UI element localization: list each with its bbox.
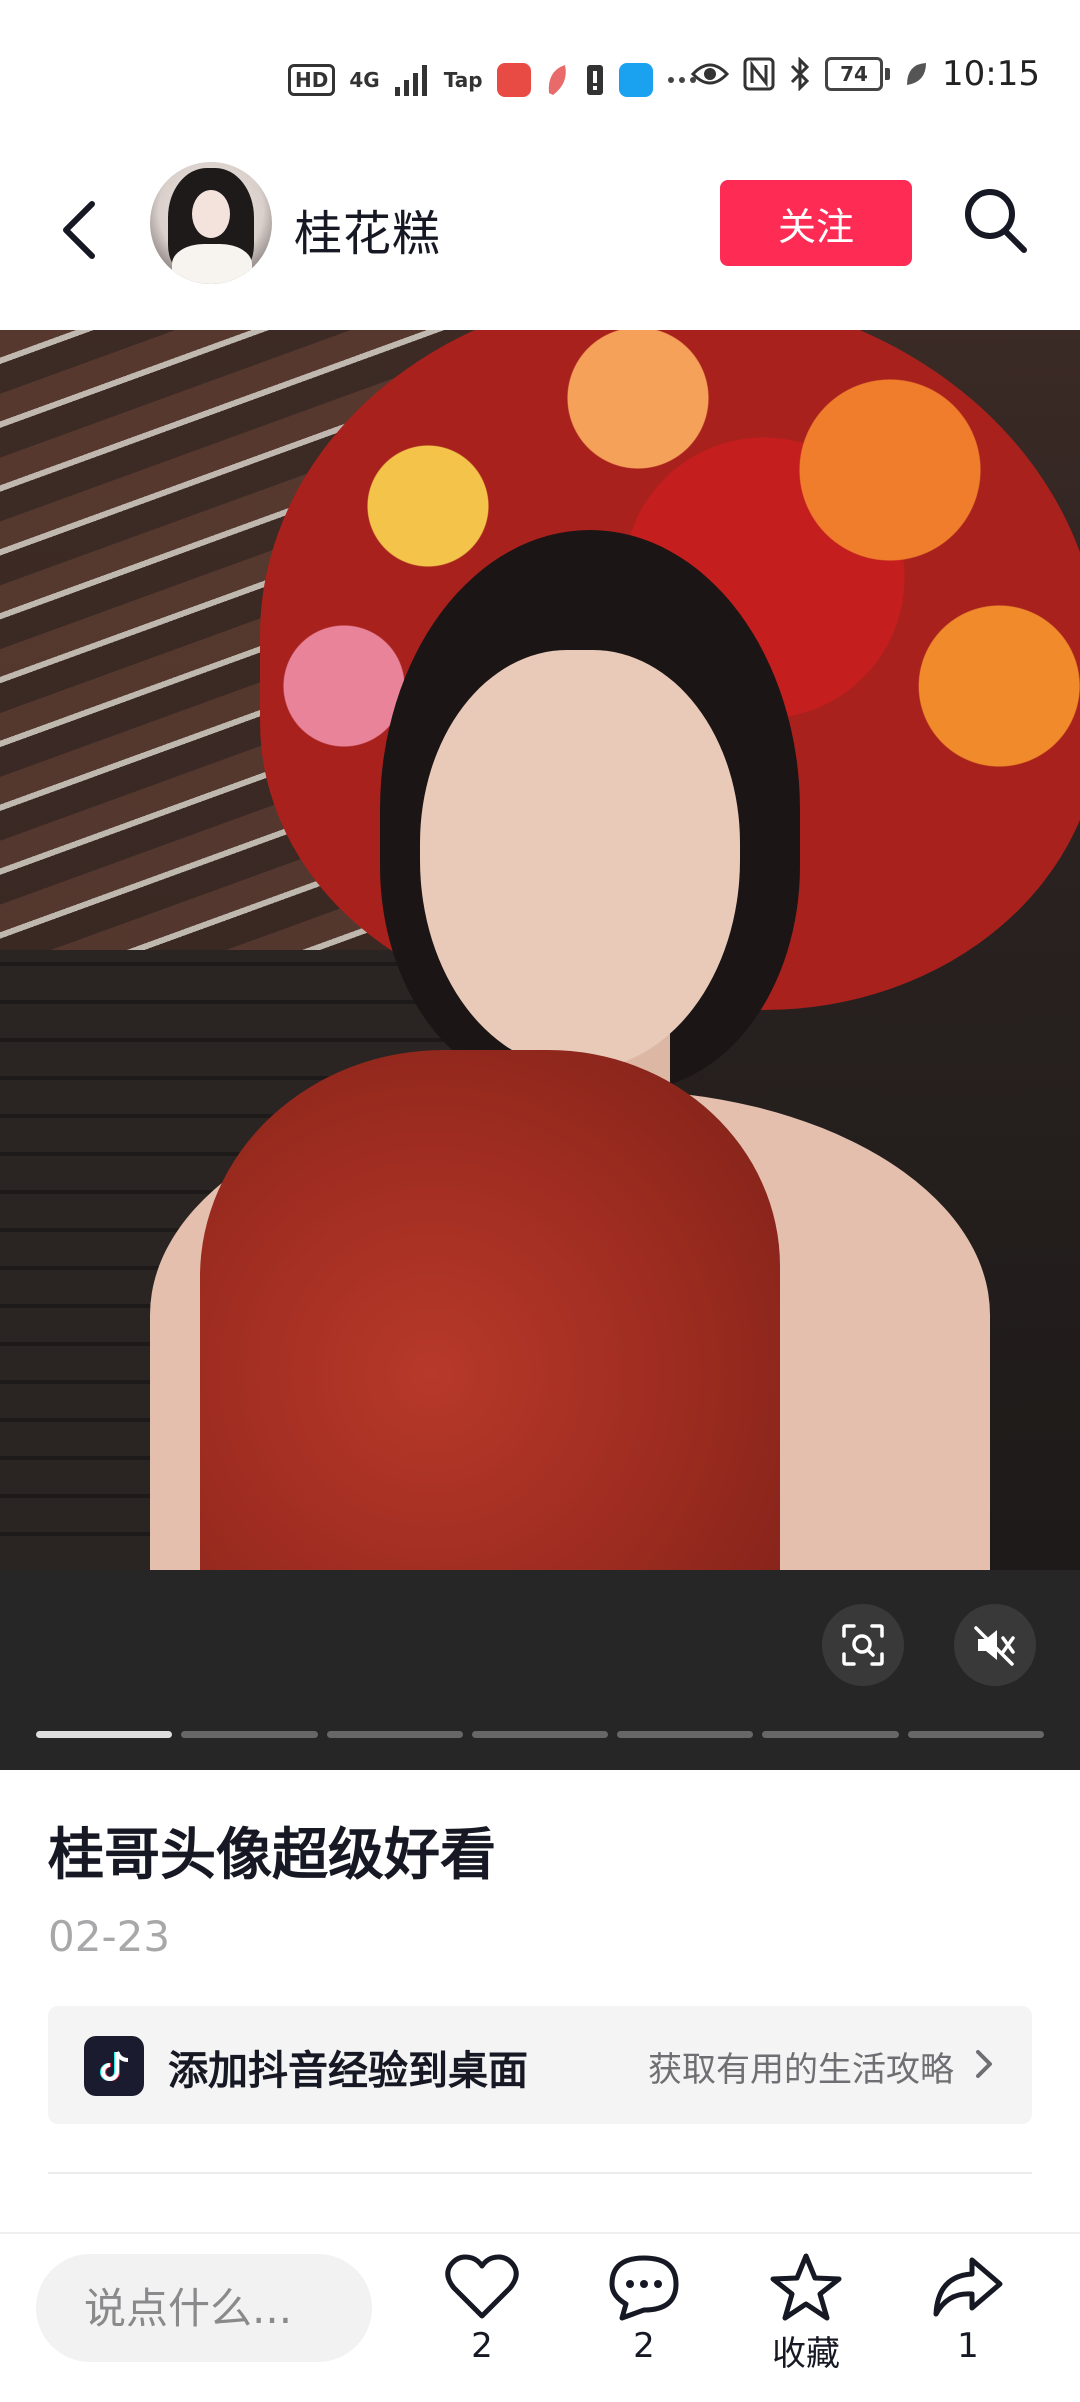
media-control-bar bbox=[0, 1570, 1080, 1770]
search-icon bbox=[965, 189, 1027, 253]
page-indicator-segment bbox=[181, 1731, 318, 1738]
like-button[interactable]: 2 bbox=[422, 2252, 542, 2392]
douyin-icon bbox=[84, 2036, 144, 2096]
chevron-left-icon bbox=[63, 201, 95, 259]
author-name[interactable]: 桂花糕 bbox=[294, 194, 441, 264]
red-qipao bbox=[200, 1050, 780, 1570]
nfc-icon bbox=[743, 57, 775, 91]
author-avatar[interactable] bbox=[150, 162, 272, 284]
add-to-desktop-banner[interactable]: 添加抖音经验到桌面 获取有用的生活攻略 bbox=[48, 2006, 1032, 2124]
favorite-button[interactable]: 收藏 bbox=[746, 2252, 866, 2392]
post-header: 桂花糕 关注 bbox=[0, 150, 1080, 330]
page-indicator-segment bbox=[907, 1731, 1044, 1738]
hd-badge: HD bbox=[288, 64, 336, 96]
face bbox=[420, 650, 740, 1070]
comment-button[interactable]: 2 bbox=[584, 2252, 704, 2392]
mute-button[interactable] bbox=[954, 1604, 1036, 1686]
image-page-indicator bbox=[36, 1731, 1044, 1739]
page-indicator-segment bbox=[36, 1731, 173, 1738]
post-image[interactable] bbox=[0, 330, 1080, 1570]
petal-icon bbox=[548, 65, 566, 95]
status-right-icons: 74 10:15 bbox=[691, 54, 1040, 94]
banner-title: 添加抖音经验到桌面 bbox=[168, 2048, 528, 2094]
avatar-face bbox=[192, 190, 230, 238]
search-button[interactable] bbox=[960, 182, 1032, 260]
network-4g-badge: 4G bbox=[349, 68, 380, 92]
music-note-icon bbox=[100, 2051, 129, 2081]
page-indicator-segment bbox=[471, 1731, 609, 1738]
post-title: 桂哥头像超级好看 bbox=[48, 1823, 496, 1888]
eye-icon bbox=[691, 63, 730, 85]
page-indicator-segment bbox=[617, 1731, 754, 1738]
scan-icon bbox=[842, 1624, 884, 1666]
post-date: 02-23 bbox=[48, 1912, 171, 1961]
heart-icon bbox=[445, 2254, 519, 2319]
avatar-shirt bbox=[172, 244, 252, 284]
huawei-store-icon bbox=[496, 63, 531, 97]
back-button[interactable] bbox=[48, 190, 112, 270]
bluetooth-icon bbox=[790, 57, 810, 91]
volume-muted-icon bbox=[974, 1626, 1015, 1666]
page-indicator-segment bbox=[762, 1731, 899, 1738]
share-button[interactable]: 1 bbox=[908, 2252, 1028, 2392]
tap-app-icon: Tap bbox=[443, 68, 483, 92]
comment-bubble-icon bbox=[609, 2255, 679, 2321]
favorite-label: 收藏 bbox=[772, 2334, 840, 2374]
bottom-action-bar: 2 2 收藏 1 bbox=[0, 2232, 1080, 2402]
follow-button[interactable]: 关注 bbox=[720, 180, 912, 266]
star-icon bbox=[770, 2253, 842, 2321]
search-app-icon bbox=[618, 63, 653, 97]
share-count: 1 bbox=[957, 2326, 979, 2366]
divider bbox=[48, 2172, 1032, 2174]
status-bar: HD 4G Tap 74 10:15 bbox=[0, 0, 1080, 150]
alert-icon bbox=[586, 65, 603, 95]
leaf-icon bbox=[907, 63, 927, 85]
comment-input[interactable] bbox=[36, 2254, 372, 2362]
chevron-right-icon bbox=[976, 2050, 992, 2078]
page-indicator-segment bbox=[326, 1731, 463, 1738]
battery-tip bbox=[885, 68, 891, 80]
share-icon bbox=[933, 2257, 1003, 2317]
status-left-icons: HD 4G Tap bbox=[288, 60, 697, 100]
scan-button[interactable] bbox=[822, 1604, 904, 1686]
banner-subtitle: 获取有用的生活攻略 bbox=[648, 2050, 954, 2090]
battery-level: 74 bbox=[825, 57, 884, 91]
battery-indicator: 74 bbox=[825, 57, 891, 91]
like-count: 2 bbox=[471, 2326, 493, 2366]
clock: 10:15 bbox=[942, 54, 1040, 94]
signal-icon bbox=[394, 65, 427, 96]
comment-count: 2 bbox=[633, 2326, 655, 2366]
